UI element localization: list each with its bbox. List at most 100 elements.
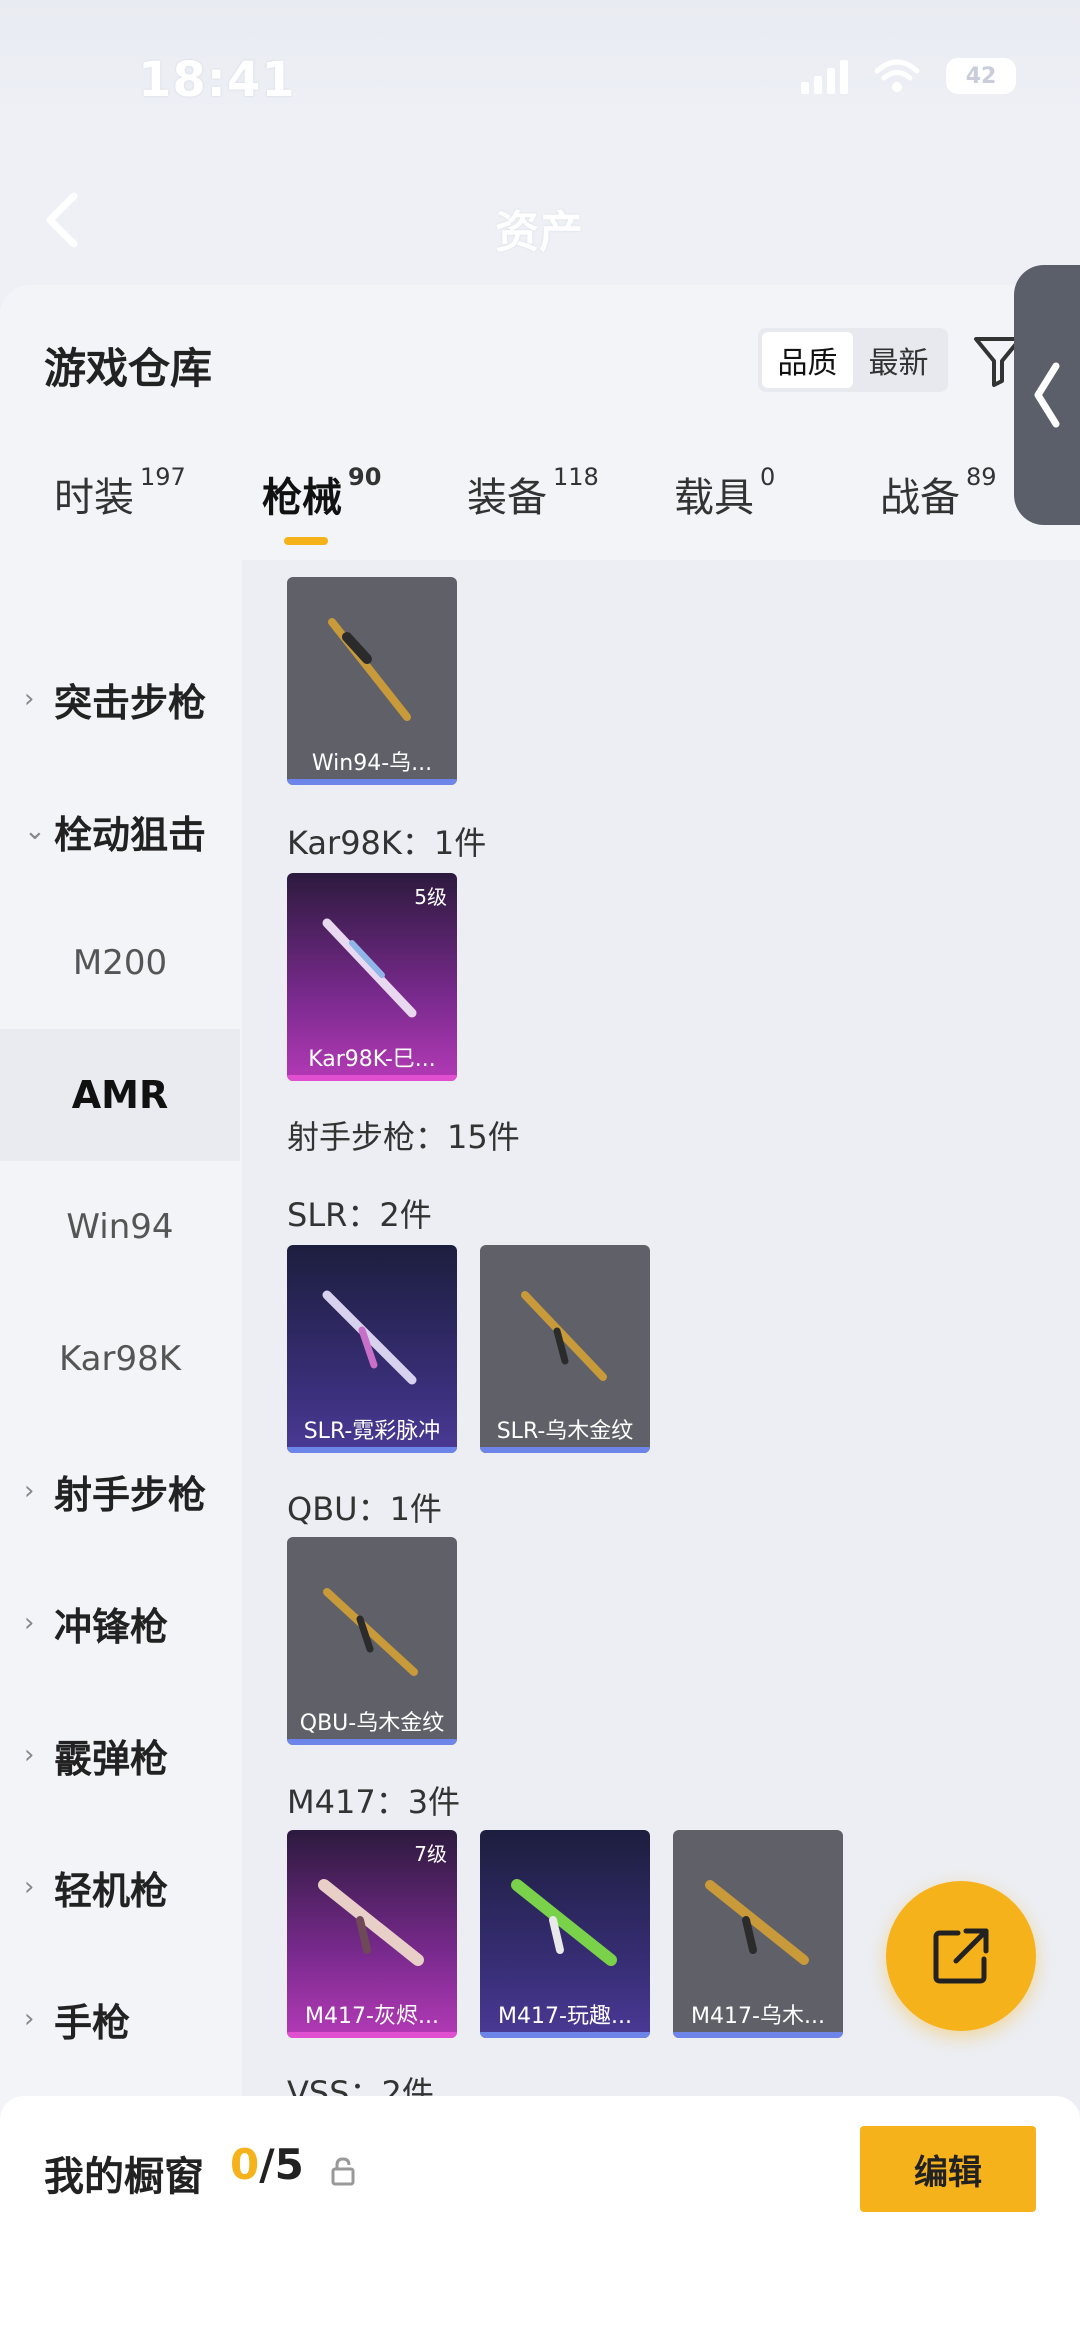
sidebar-subitem-amr[interactable]: AMR: [0, 1029, 240, 1161]
weapon-card[interactable]: Win94-乌...: [287, 577, 457, 785]
showcase-count: 0/5: [230, 2140, 304, 2189]
tab-equipment[interactable]: 装备 118: [467, 463, 599, 523]
status-time: 18:41: [138, 52, 296, 108]
sort-latest-button[interactable]: 最新: [853, 332, 944, 388]
chevron-right-icon: ›: [24, 1872, 35, 1902]
tab-count: 0: [760, 463, 776, 491]
showcase-label: 我的橱窗: [44, 2154, 204, 2200]
chevron-down-icon: ⌄: [24, 816, 46, 846]
rifle-icon: [328, 618, 411, 721]
group-label: Kar98K：1件: [287, 824, 487, 862]
tab-label: 装备: [467, 475, 547, 521]
showcase-bar: 我的橱窗 0/5 编辑: [0, 2096, 1080, 2341]
showcase-total: /5: [259, 2140, 304, 2189]
rifle-icon: [322, 918, 417, 1018]
tab-count: 90: [348, 463, 382, 491]
rifle-icon: [323, 1588, 418, 1676]
chevron-right-icon: ›: [24, 1608, 35, 1638]
tab-label: 时装: [54, 475, 134, 521]
sort-toggle: 品质 最新: [758, 328, 948, 392]
share-fab-button[interactable]: [886, 1881, 1036, 2031]
tab-label: 战备: [880, 475, 960, 521]
weapon-card[interactable]: SLR-乌木金纹: [480, 1245, 650, 1453]
sidebar-subitem-win94[interactable]: Win94: [0, 1161, 240, 1293]
rifle-icon: [705, 1880, 809, 1965]
rarity-bar: [287, 1075, 457, 1081]
warehouse-panel: 游戏仓库 品质 最新 时装 197 枪械 90 装备 118 载具 0 战备 89 ›: [0, 265, 1080, 2341]
weapon-card[interactable]: M417-乌木...: [673, 1830, 843, 2038]
tab-count: 89: [966, 463, 997, 491]
sidebar-item-label: 霰弹枪: [54, 1736, 169, 1781]
tab-label: 载具: [674, 475, 754, 521]
sidebar-item-assault-rifle[interactable]: › 突击步枪: [0, 633, 240, 765]
tab-supplies[interactable]: 战备 89: [880, 463, 997, 523]
tab-vehicles[interactable]: 载具 0: [674, 463, 776, 523]
weapon-card-name: M417-玩趣...: [498, 2004, 632, 2029]
sidebar-item-bolt-sniper[interactable]: ⌄ 栓动狙击: [0, 765, 240, 897]
sidebar-item-label: 突击步枪: [54, 680, 207, 725]
group-label: M417：3件: [287, 1783, 461, 1821]
chevron-right-icon: ›: [24, 1740, 35, 1770]
signal-icon: [801, 58, 848, 94]
chevron-left-icon: [1034, 362, 1060, 428]
weapon-content-list: Win94-乌... Kar98K：1件 5级 Kar98K-巳... 射手步枪…: [242, 560, 1080, 2110]
sidebar-item-label: 栓动狙击: [54, 812, 207, 857]
external-link-icon: [933, 1928, 989, 1984]
group-label: 射手步枪：15件: [287, 1118, 520, 1156]
edit-button[interactable]: 编辑: [860, 2126, 1036, 2212]
category-tabs: 时装 197 枪械 90 装备 118 载具 0 战备 89: [0, 463, 1080, 565]
nav-title: 资产: [495, 207, 583, 258]
chevron-right-icon: ›: [24, 2004, 35, 2034]
weapon-card-name: Kar98K-巳...: [308, 1047, 436, 1072]
group-label: SLR：2件: [287, 1196, 432, 1234]
weapon-card-name: SLR-霓彩脉冲: [303, 1419, 441, 1444]
sidebar-item-label: 手枪: [54, 2000, 131, 2045]
tab-fashion[interactable]: 时装 197: [54, 463, 186, 523]
weapon-card[interactable]: SLR-霓彩脉冲: [287, 1245, 457, 1453]
sidebar-item-label: 射手步枪: [54, 1472, 207, 1517]
active-tab-indicator: [284, 537, 328, 545]
sidebar-item-smg[interactable]: › 冲锋枪: [0, 1557, 240, 1689]
weapon-card[interactable]: QBU-乌木金纹: [287, 1537, 457, 1745]
tab-count: 118: [553, 463, 599, 491]
tab-count: 197: [140, 463, 186, 491]
sidebar-item-marksman-rifle[interactable]: › 射手步枪: [0, 1425, 240, 1557]
weapon-card-name: Win94-乌...: [311, 751, 433, 776]
rarity-bar: [287, 1739, 457, 1745]
rarity-bar: [287, 779, 457, 785]
status-bar: 18:41 42: [0, 0, 1080, 120]
rarity-bar: [480, 2032, 650, 2038]
rifle-icon: [322, 1290, 417, 1385]
rarity-bar: [287, 2032, 457, 2038]
sidebar-item-label: 冲锋枪: [54, 1604, 169, 1649]
weapon-card[interactable]: 5级 Kar98K-巳...: [287, 873, 457, 1081]
rarity-bar: [480, 1447, 650, 1453]
sidebar-item-shotgun[interactable]: › 霰弹枪: [0, 1689, 240, 1821]
tab-label: 枪械: [262, 475, 342, 521]
back-arrow-icon[interactable]: [40, 190, 84, 250]
sidebar-item-lmg[interactable]: › 轻机枪: [0, 1821, 240, 1953]
weapon-card[interactable]: 7级 M417-灰烬...: [287, 1830, 457, 2038]
group-label: QBU：1件: [287, 1490, 442, 1528]
weapon-category-sidebar: › 突击步枪 ⌄ 栓动狙击 M200 AMR Win94 Kar98K › 射手…: [0, 560, 240, 2341]
rarity-bar: [673, 2032, 843, 2038]
chevron-right-icon: ›: [24, 1476, 35, 1506]
weapon-card-name: QBU-乌木金纹: [299, 1711, 445, 1736]
rifle-icon: [511, 1879, 617, 1966]
weapon-card-name: SLR-乌木金纹: [496, 1419, 634, 1444]
sidebar-item-label: 轻机枪: [54, 1868, 169, 1913]
weapon-card-name: M417-灰烬...: [305, 2004, 439, 2029]
sort-quality-button[interactable]: 品质: [762, 332, 853, 388]
rifle-icon: [521, 1291, 607, 1381]
weapon-card-name: M417-乌木...: [691, 2004, 825, 2029]
lock-icon: [331, 2157, 355, 2186]
tab-weapons[interactable]: 枪械 90: [262, 463, 382, 523]
panel-title: 游戏仓库: [44, 344, 213, 393]
rifle-icon: [318, 1879, 424, 1966]
battery-icon: 42: [946, 58, 1016, 94]
sidebar-item-pistol[interactable]: › 手枪: [0, 1953, 240, 2085]
sidebar-subitem-m200[interactable]: M200: [0, 897, 240, 1029]
status-icons: 42: [801, 58, 1016, 94]
sidebar-subitem-kar98k[interactable]: Kar98K: [0, 1293, 240, 1425]
weapon-card[interactable]: M417-玩趣...: [480, 1830, 650, 2038]
